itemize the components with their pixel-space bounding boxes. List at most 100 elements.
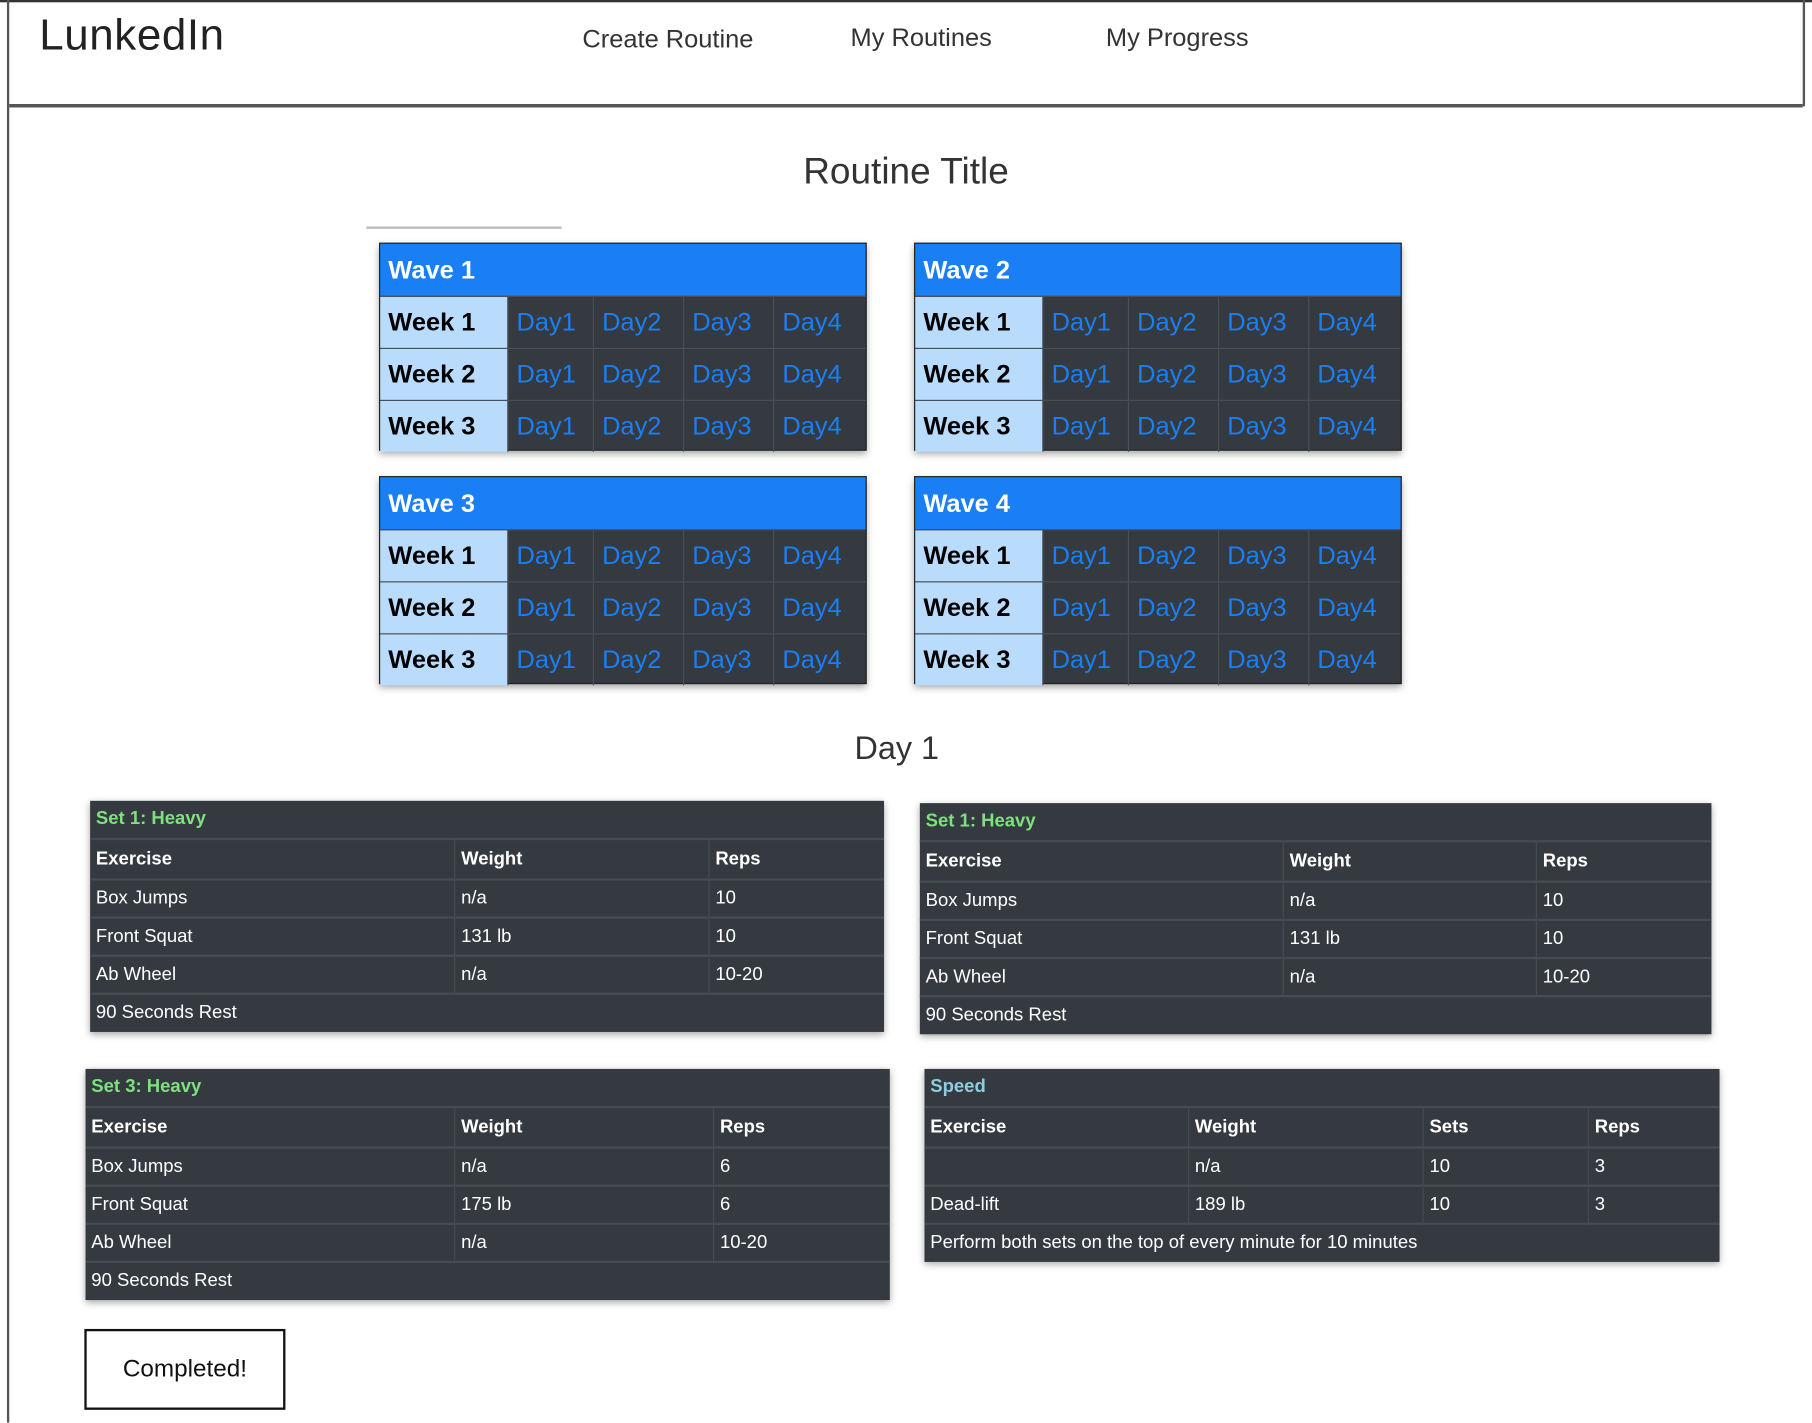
table-row: Ab Wheel n/a 10-20 [919, 956, 1712, 997]
day-link[interactable]: Day1 [507, 634, 593, 686]
set-note: 90 Seconds Rest [919, 994, 1712, 1035]
day-link[interactable]: Day2 [1127, 530, 1218, 582]
title-underline [366, 226, 562, 229]
day-link[interactable]: Day2 [592, 400, 683, 452]
week-label: Week 1 [915, 296, 1043, 348]
day-link[interactable]: Day1 [1042, 530, 1128, 582]
day-link[interactable]: Day3 [682, 348, 773, 400]
day-link[interactable]: Day2 [592, 634, 683, 686]
day-link[interactable]: Day4 [773, 634, 865, 686]
table-cell: 3 [1587, 1146, 1720, 1186]
table-row: Front Squat 175 lb 6 [85, 1184, 890, 1224]
wave-card: Wave 3 Week 1 Day1 Day2 Day3 Day4 Week 2 Day1 Da… [379, 476, 867, 686]
table-row: Ab Wheel n/a 10-20 [85, 1222, 890, 1262]
week-row: Week 1 Day1 Day2 Day3 Day4 [380, 295, 866, 348]
day-link[interactable]: Day4 [1308, 582, 1400, 634]
day-link[interactable]: Day1 [507, 582, 593, 634]
set-title: Set 1: Heavy [95, 808, 206, 829]
day-link[interactable]: Day1 [507, 348, 593, 400]
table-cell: 10-20 [713, 1222, 890, 1262]
day-link[interactable]: Day3 [682, 296, 773, 348]
table-row: n/a 10 3 [924, 1146, 1720, 1186]
day-link[interactable]: Day3 [1218, 348, 1308, 400]
day-link[interactable]: Day1 [1042, 400, 1128, 452]
day-link[interactable]: Day3 [682, 582, 773, 634]
day-link[interactable]: Day2 [1127, 634, 1218, 686]
table-cell: Ab Wheel [919, 956, 1284, 997]
day-link[interactable]: Day4 [1308, 530, 1400, 582]
day-link[interactable]: Day2 [1127, 400, 1218, 452]
column-header: Reps [1587, 1105, 1720, 1148]
day-link[interactable]: Day2 [592, 348, 683, 400]
exercise-table: Speed Exercise Weight Sets Reps n/a 10 3 Dead-li… [924, 1068, 1720, 1262]
table-cell: n/a [454, 1146, 714, 1186]
week-label: Week 2 [380, 348, 508, 400]
table-cell [924, 1146, 1189, 1186]
day-link[interactable]: Day4 [773, 400, 865, 452]
nav-my-routines[interactable]: My Routines [851, 23, 992, 53]
week-row: Week 3 Day1 Day2 Day3 Day4 [380, 633, 866, 686]
table-cell: 131 lb [1282, 918, 1537, 958]
day-link[interactable]: Day4 [773, 348, 865, 400]
day-link[interactable]: Day4 [773, 582, 865, 634]
week-row: Week 2 Day1 Day2 Day3 Day4 [915, 347, 1401, 400]
day-link[interactable]: Day3 [1218, 582, 1308, 634]
day-link[interactable]: Day2 [592, 530, 683, 582]
day-link[interactable]: Day2 [1127, 582, 1218, 634]
table-cell: 10 [1422, 1184, 1589, 1224]
column-header: Weight [454, 837, 709, 880]
day-link[interactable]: Day4 [773, 530, 865, 582]
week-row: Week 1 Day1 Day2 Day3 Day4 [380, 529, 866, 582]
table-cell: 10-20 [1535, 956, 1712, 997]
week-row: Week 3 Day1 Day2 Day3 Day4 [915, 633, 1401, 686]
day-link[interactable]: Day1 [507, 530, 593, 582]
day-link[interactable]: Day1 [507, 296, 593, 348]
table-cell: n/a [454, 954, 709, 994]
day-link[interactable]: Day4 [773, 296, 865, 348]
nav-my-progress[interactable]: My Progress [1106, 23, 1249, 53]
wave-header: Wave 3 [380, 477, 866, 530]
set-note: 90 Seconds Rest [90, 992, 885, 1032]
day-link[interactable]: Day4 [1308, 634, 1400, 686]
day-link[interactable]: Day4 [1308, 348, 1400, 400]
day-link[interactable]: Day1 [1042, 348, 1128, 400]
day-link[interactable]: Day3 [1218, 296, 1308, 348]
day-link[interactable]: Day4 [1308, 296, 1400, 348]
day-link[interactable]: Day1 [1042, 582, 1128, 634]
column-header: Reps [1535, 840, 1712, 882]
day-link[interactable]: Day1 [1042, 296, 1128, 348]
week-label: Week 3 [915, 400, 1043, 452]
day-link[interactable]: Day1 [507, 400, 593, 452]
day-link[interactable]: Day3 [682, 634, 773, 686]
table-cell: Front Squat [90, 916, 455, 956]
window-border [6, 0, 10, 1423]
wave-header: Wave 1 [380, 243, 866, 296]
week-label: Week 2 [915, 348, 1043, 400]
day-link[interactable]: Day3 [1218, 400, 1308, 452]
day-link[interactable]: Day2 [1127, 348, 1218, 400]
table-cell: n/a [1187, 1146, 1424, 1186]
exercise-table: Set 3: Heavy Exercise Weight Reps Box Jumps n… [85, 1068, 890, 1301]
day-link[interactable]: Day3 [1218, 530, 1308, 582]
day-link[interactable]: Day3 [1218, 634, 1308, 686]
wave-card: Wave 1 Week 1 Day1 Day2 Day3 Day4 Week 2 Day1 Da… [379, 242, 867, 452]
column-header: Reps [708, 837, 885, 880]
day-link[interactable]: Day2 [592, 582, 683, 634]
day-link[interactable]: Day2 [1127, 296, 1218, 348]
exercise-table: Set 1: Heavy Exercise Weight Reps Box Jumps n… [919, 803, 1712, 1035]
day-link[interactable]: Day3 [682, 530, 773, 582]
table-cell: Ab Wheel [90, 954, 455, 994]
table-cell: 6 [713, 1146, 890, 1186]
week-row: Week 1 Day1 Day2 Day3 Day4 [915, 295, 1401, 348]
nav-create-routine[interactable]: Create Routine [582, 24, 753, 54]
set-note: Perform both sets on the top of every mi… [924, 1222, 1720, 1262]
column-header: Exercise [919, 840, 1284, 882]
logo[interactable]: LunkedIn [39, 12, 224, 62]
day-link[interactable]: Day2 [592, 296, 683, 348]
set-note: 90 Seconds Rest [85, 1260, 890, 1301]
day-link[interactable]: Day4 [1308, 400, 1400, 452]
day-link[interactable]: Day3 [682, 400, 773, 452]
table-cell: 10 [1535, 918, 1712, 958]
completed-button[interactable]: Completed! [84, 1328, 286, 1410]
day-link[interactable]: Day1 [1042, 634, 1128, 686]
